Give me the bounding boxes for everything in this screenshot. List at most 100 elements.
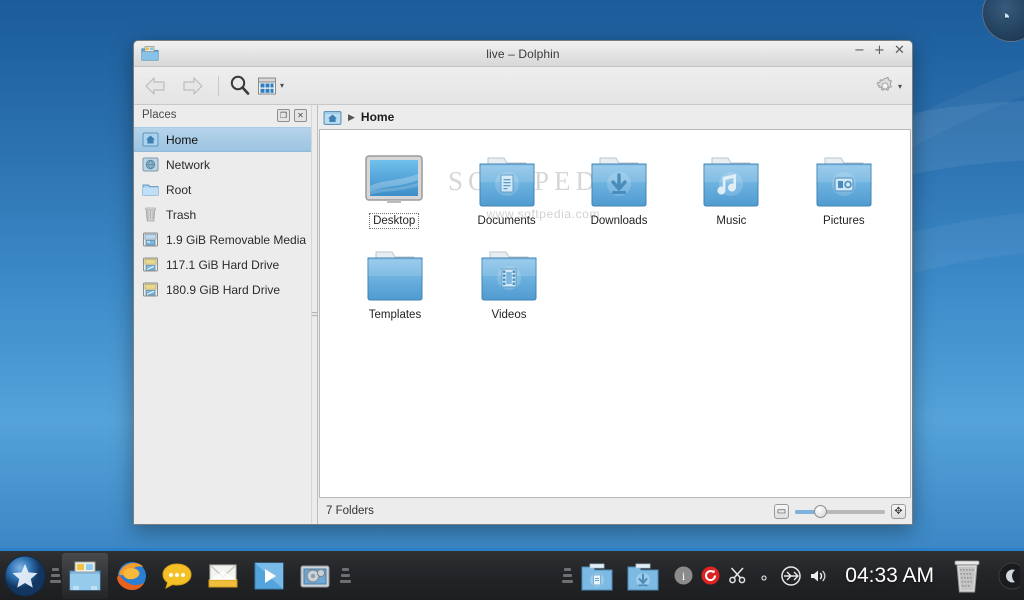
- breadcrumb-bar[interactable]: ▶ Home: [318, 105, 912, 129]
- task-player[interactable]: [246, 553, 292, 599]
- task-installer[interactable]: [292, 553, 338, 599]
- places-item-label: 1.9 GiB Removable Media: [166, 232, 307, 247]
- info-icon[interactable]: i: [672, 565, 694, 587]
- places-list[interactable]: Home Network Root Trash 1.9 GiB Removable Me…: [134, 125, 311, 524]
- file-view[interactable]: SOFTPEDIA www.softpedia.com Desktop Docum…: [319, 129, 911, 498]
- file-item-videos[interactable]: Videos: [452, 238, 566, 322]
- control-chevron-down-icon[interactable]: ▾: [898, 82, 902, 91]
- device-usb-icon[interactable]: [780, 565, 802, 587]
- file-item-templates[interactable]: Templates: [338, 238, 452, 322]
- file-item-label: Documents: [477, 215, 536, 227]
- firefox-icon: [117, 561, 146, 590]
- zoom-slider[interactable]: [795, 504, 885, 519]
- file-grid[interactable]: Desktop Documents Downloads Music Pictures Te…: [320, 130, 910, 497]
- dot-icon[interactable]: [753, 565, 775, 587]
- close-button[interactable]: ✕: [893, 43, 906, 59]
- places-item-network[interactable]: Network: [134, 152, 311, 177]
- chat-bubble-icon: [162, 562, 192, 589]
- forward-button[interactable]: [176, 73, 206, 99]
- back-button[interactable]: [142, 73, 172, 99]
- hard-drive-icon: [142, 281, 159, 298]
- hard-drive-icon: [142, 256, 159, 273]
- dolphin-window[interactable]: live – Dolphin − + ✕ ▾ ▾ Places ❐ ✕ Home…: [133, 40, 913, 525]
- system-tray[interactable]: i: [666, 565, 835, 587]
- pinned-downloads[interactable]: [620, 553, 666, 599]
- pinned-documents[interactable]: [574, 553, 620, 599]
- places-float-button[interactable]: ❐: [277, 108, 290, 122]
- task-mail[interactable]: [200, 553, 246, 599]
- folder-downloads-icon: [627, 563, 659, 590]
- mail-icon: [208, 563, 238, 587]
- zoom-slider-handle[interactable]: [814, 504, 827, 518]
- folder-downloads-icon: [587, 150, 651, 208]
- folder-videos-icon: [477, 244, 541, 302]
- zoom-out-button[interactable]: ▭: [774, 503, 789, 519]
- places-item-label: Trash: [166, 207, 197, 222]
- file-item-downloads[interactable]: Downloads: [563, 144, 675, 228]
- file-item-music[interactable]: Music: [675, 144, 787, 228]
- view-mode-button[interactable]: ▾: [257, 76, 284, 96]
- task-messenger[interactable]: [154, 553, 200, 599]
- desktop[interactable]: ◔ live – Dolphin − + ✕ ▾ ▾ Places ❐ ✕ Ho…: [0, 0, 1024, 600]
- updates-icon[interactable]: [699, 565, 721, 587]
- minimize-button[interactable]: −: [853, 43, 866, 59]
- task-dolphin[interactable]: [62, 552, 108, 599]
- taskbar-panel[interactable]: i 04:33 AM: [0, 548, 1024, 600]
- places-item-117-1-gib-hard-drive[interactable]: 117.1 GiB Hard Drive: [134, 252, 311, 277]
- home-folder-icon[interactable]: [323, 109, 342, 126]
- places-item-root[interactable]: Root: [134, 177, 311, 202]
- file-item-pictures[interactable]: Pictures: [788, 144, 900, 228]
- window-titlebar[interactable]: live – Dolphin − + ✕: [134, 41, 912, 67]
- zoom-in-button[interactable]: ✥: [891, 503, 906, 519]
- file-item-desktop[interactable]: Desktop: [338, 144, 450, 229]
- places-close-button[interactable]: ✕: [294, 108, 307, 122]
- file-manager-icon: [69, 561, 101, 590]
- places-item-home[interactable]: Home: [134, 127, 311, 152]
- panel-trash-button[interactable]: [944, 556, 990, 596]
- window-controls[interactable]: − + ✕: [853, 43, 906, 59]
- places-title: Places: [142, 109, 177, 121]
- panel-handle-middle[interactable]: [338, 568, 352, 583]
- view-mode-chevron-down-icon[interactable]: ▾: [280, 81, 284, 90]
- gear-icon: [876, 76, 893, 91]
- view-mode-icon: [258, 77, 276, 94]
- file-item-documents[interactable]: Documents: [450, 144, 562, 228]
- status-bar: 7 Folders ▭ ✥: [318, 498, 912, 524]
- file-item-label: Videos: [491, 309, 527, 321]
- places-item-trash[interactable]: Trash: [134, 202, 311, 227]
- monitor-icon: [362, 150, 426, 208]
- places-item-label: Root: [166, 182, 192, 197]
- desktop-toolbox-button[interactable]: ◔: [982, 0, 1024, 42]
- folder-pictures-icon: [812, 150, 876, 208]
- file-item-label: Pictures: [823, 215, 865, 227]
- main-pane: ▶ Home SOFTPEDIA www.softpedia.com Deskt…: [318, 105, 912, 524]
- window-title: live – Dolphin: [486, 46, 560, 61]
- folder-music-icon: [699, 150, 763, 208]
- places-item-label: 117.1 GiB Hard Drive: [166, 257, 280, 272]
- search-button[interactable]: [227, 73, 253, 99]
- panel-pager[interactable]: [990, 561, 1024, 591]
- trash-icon: [142, 206, 159, 223]
- home-icon: [142, 131, 159, 148]
- panel-handle-left[interactable]: [48, 568, 62, 583]
- kde-launcher-icon: [4, 555, 46, 596]
- network-icon: [142, 156, 159, 173]
- dolphin-folder-icon: [141, 46, 159, 61]
- panel-handle-right[interactable]: [560, 568, 574, 583]
- places-item-1-9-gib-removable-media[interactable]: 1.9 GiB Removable Media: [134, 227, 311, 252]
- volume-icon[interactable]: [807, 565, 829, 587]
- control-button[interactable]: ▾: [875, 76, 902, 96]
- dolphin-toolbar[interactable]: ▾ ▾: [134, 67, 912, 105]
- pager-icon: [998, 562, 1020, 589]
- clock[interactable]: 04:33 AM: [835, 564, 944, 588]
- places-panel[interactable]: Places ❐ ✕ Home Network Root Trash 1.9 GiB R…: [134, 105, 312, 524]
- breadcrumb-path[interactable]: Home: [361, 110, 394, 124]
- clipboard-icon[interactable]: [726, 565, 748, 587]
- toolbar-separator: [218, 75, 219, 96]
- places-item-180-9-gib-hard-drive[interactable]: 180.9 GiB Hard Drive: [134, 277, 311, 302]
- application-launcher-button[interactable]: [2, 553, 48, 599]
- maximize-button[interactable]: +: [873, 43, 886, 59]
- folder-icon: [363, 244, 427, 302]
- trash-icon: [954, 560, 980, 592]
- task-firefox[interactable]: [108, 553, 154, 599]
